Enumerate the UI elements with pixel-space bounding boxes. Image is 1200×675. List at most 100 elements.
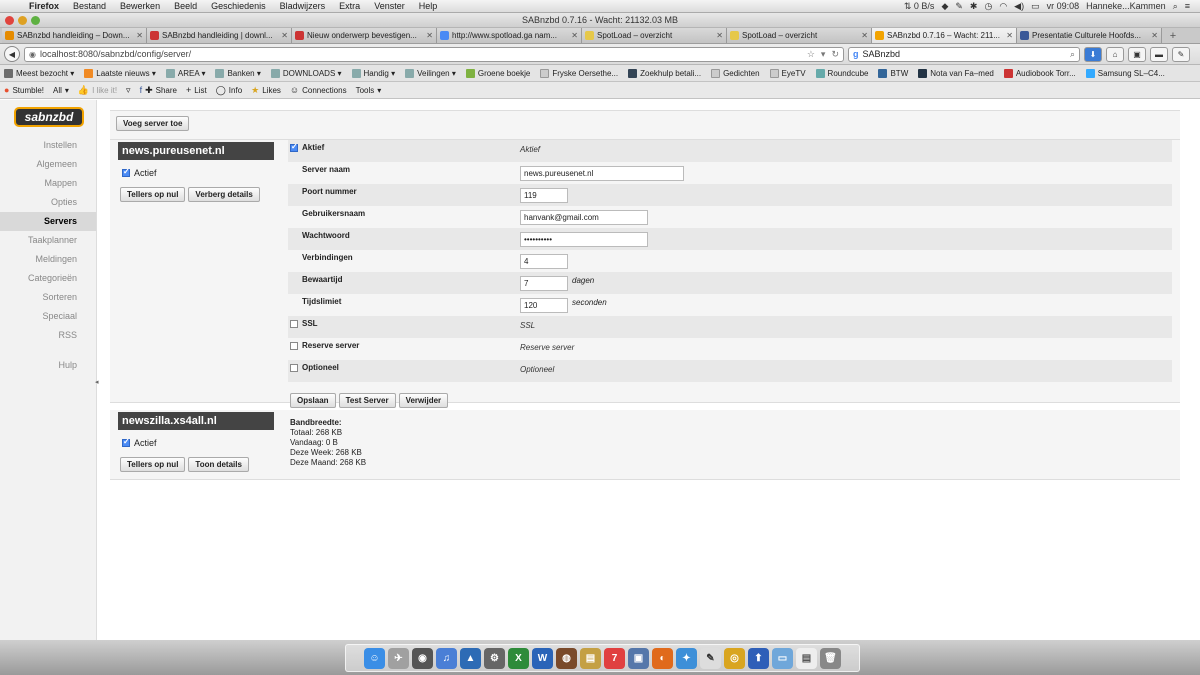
user-name[interactable]: Hanneke...Kammen xyxy=(1086,1,1166,11)
tab-7[interactable]: Presentatie Culturele Hoofds... ✕ xyxy=(1017,28,1162,43)
download-icon[interactable]: ⬇ xyxy=(1084,46,1102,62)
safari-icon[interactable]: ✦ xyxy=(676,647,697,669)
menu-bladwijzers[interactable]: Bladwijzers xyxy=(273,1,333,11)
bookmark-item[interactable]: Nota van Fa–med xyxy=(918,68,994,78)
add-server-button[interactable]: Voeg server toe xyxy=(116,116,190,131)
username-input[interactable]: hanvank@gmail.com xyxy=(520,210,648,225)
bookmark-item[interactable]: AREA ▾ xyxy=(165,68,205,78)
textedit-icon[interactable]: ✎ xyxy=(700,647,721,669)
preview-icon[interactable]: ▲ xyxy=(460,647,481,669)
sidebar-item-speciaal[interactable]: Speciaal xyxy=(0,307,96,326)
notes-icon[interactable]: ▤ xyxy=(580,647,601,669)
trash-icon[interactable]: 🗑 xyxy=(820,647,841,669)
timeout-input[interactable]: 120 xyxy=(520,298,568,313)
tab-3[interactable]: http://www.spotload.ga nam... ✕ xyxy=(437,28,582,43)
dislike-button[interactable]: ▿ xyxy=(126,85,131,96)
bookmark-item[interactable]: Audiobook Torr... xyxy=(1003,68,1076,78)
sidebar-item-servers[interactable]: Servers xyxy=(0,212,96,231)
sidebar-item-mappen[interactable]: Mappen xyxy=(0,174,96,193)
word-icon[interactable]: W xyxy=(532,647,553,669)
tools-dropdown[interactable]: Tools ▾ xyxy=(356,86,382,95)
sidebar-item-hulp[interactable]: Hulp xyxy=(0,356,96,375)
tab-0[interactable]: SABnzbd handleiding – Down... ✕ xyxy=(2,28,147,43)
password-input[interactable]: •••••••••• xyxy=(520,232,648,247)
menu-venster[interactable]: Venster xyxy=(367,1,412,11)
battery-icon[interactable]: ▭ xyxy=(1031,1,1040,12)
tab-6-active[interactable]: SABnzbd 0.7.16 – Wacht: 211... ✕ xyxy=(872,28,1017,43)
list-button[interactable]: + List xyxy=(186,85,207,95)
tools-icon[interactable]: ✎ xyxy=(1172,46,1190,62)
menu-geschiedenis[interactable]: Geschiedenis xyxy=(204,1,273,11)
time-machine-icon[interactable]: ◷ xyxy=(984,1,992,12)
menu-beeld[interactable]: Beeld xyxy=(167,1,204,11)
close-window-button[interactable] xyxy=(5,16,14,25)
backup-checkbox[interactable] xyxy=(290,341,298,350)
minimize-window-button[interactable] xyxy=(18,16,27,25)
ssl-checkbox[interactable] xyxy=(290,319,298,328)
utility-icon[interactable]: ⚙ xyxy=(484,647,505,669)
like-button[interactable]: 👍 I like it! xyxy=(78,85,117,96)
show-details-button[interactable]: Toon details xyxy=(188,457,249,472)
optional-checkbox[interactable] xyxy=(290,363,298,372)
itunes-icon[interactable]: ♫ xyxy=(436,647,457,669)
spotlight-icon[interactable]: ⌕ xyxy=(1173,1,1178,12)
menu-app[interactable]: Firefox xyxy=(22,1,66,11)
tab-1[interactable]: SABnzbd handleiding | downl... ✕ xyxy=(147,28,292,43)
bookmark-item[interactable]: Laatste nieuws ▾ xyxy=(84,68,156,78)
test-server-button[interactable]: Test Server xyxy=(338,393,396,408)
retention-input[interactable]: 7 xyxy=(520,276,568,291)
notification-icon[interactable]: ≡ xyxy=(1185,1,1190,11)
evernote-icon[interactable]: ✎ xyxy=(955,1,963,12)
folder-icon[interactable]: ▭ xyxy=(772,647,793,669)
optional-field[interactable]: Optioneel xyxy=(290,363,339,372)
active-checkbox[interactable] xyxy=(122,437,130,447)
sidebar-item-meldingen[interactable]: Meldingen xyxy=(0,250,96,269)
connections-input[interactable]: 4 xyxy=(520,254,568,269)
bookmark-item[interactable]: Zoekhulp betali... xyxy=(628,68,701,78)
all-dropdown[interactable]: All ▾ xyxy=(53,86,69,95)
server-active-toggle[interactable]: Actief xyxy=(122,437,157,448)
bluetooth-icon[interactable]: ✱ xyxy=(970,1,978,12)
zoom-window-button[interactable] xyxy=(31,16,40,25)
close-tab-icon[interactable]: ✕ xyxy=(861,31,868,40)
new-tab-button[interactable]: + xyxy=(1162,28,1184,43)
clock[interactable]: vr 09:08 xyxy=(1047,1,1080,11)
collapse-sidebar-icon[interactable]: ◂ xyxy=(95,378,99,386)
bookmark-item[interactable]: Gedichten xyxy=(711,68,760,78)
dropbox-icon[interactable]: ◆ xyxy=(941,1,948,12)
reset-counters-button[interactable]: Tellers op nul xyxy=(120,187,186,202)
stumble-button[interactable]: ● Stumble! xyxy=(4,85,44,95)
wifi-icon[interactable]: ◠ xyxy=(999,1,1007,12)
calendar-icon[interactable]: 7 xyxy=(604,647,625,669)
menu-help[interactable]: Help xyxy=(412,1,445,11)
info-button[interactable]: ◯ Info xyxy=(216,85,242,96)
search-bar[interactable]: g SABnzbd ⌕ xyxy=(848,46,1080,62)
connections-button[interactable]: ☺ Connections xyxy=(290,85,347,95)
firefox-icon[interactable]: ◐ xyxy=(652,647,673,669)
sidebar-item-rss[interactable]: RSS xyxy=(0,326,96,345)
close-tab-icon[interactable]: ✕ xyxy=(281,31,288,40)
sidebar-item-opties[interactable]: Opties xyxy=(0,193,96,212)
menu-bewerken[interactable]: Bewerken xyxy=(113,1,167,11)
bookmark-item[interactable]: Banken ▾ xyxy=(215,68,261,78)
server-name-input[interactable]: news.pureusenet.nl xyxy=(520,166,684,181)
bookmark-star-icon[interactable]: ☆ xyxy=(807,49,815,60)
enable-field[interactable]: Aktief xyxy=(290,142,324,152)
hide-details-button[interactable]: Verberg details xyxy=(188,187,260,202)
chrome-icon[interactable]: ◎ xyxy=(724,647,745,669)
save-button[interactable]: Opslaan xyxy=(290,393,336,408)
reload-icon[interactable]: ↻ xyxy=(831,49,839,60)
sidebar-item-algemeen[interactable]: Algemeen xyxy=(0,155,96,174)
close-tab-icon[interactable]: ✕ xyxy=(1006,31,1013,40)
sidebar-item-instellen[interactable]: Instellen xyxy=(0,136,96,155)
search-icon[interactable]: ⌕ xyxy=(1070,49,1075,60)
finder-icon[interactable]: ☺ xyxy=(364,647,385,669)
delete-button[interactable]: Verwijder xyxy=(398,393,449,408)
screenshot-icon[interactable]: ▣ xyxy=(1128,46,1146,62)
server-active-toggle[interactable]: Actief xyxy=(122,167,157,178)
sidebar-item-taakplanner[interactable]: Taakplanner xyxy=(0,231,96,250)
bookmark-item[interactable]: Samsung SL–C4... xyxy=(1085,68,1165,78)
launchpad-icon[interactable]: ✈ xyxy=(388,647,409,669)
bookmark-item[interactable]: Groene boekje xyxy=(465,68,530,78)
network-speed-icon[interactable]: ⇅ 0 B/s xyxy=(904,1,935,12)
